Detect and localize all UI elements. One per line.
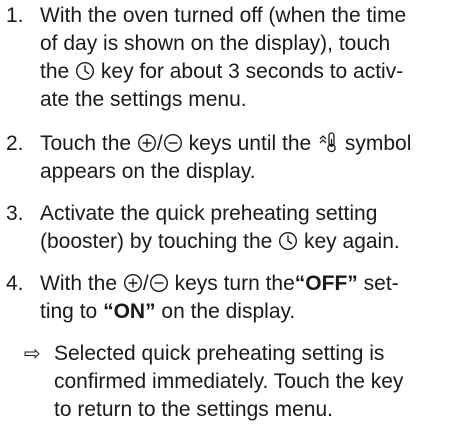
step-2: 2. Touch the / keys until the symbol app…	[0, 130, 469, 188]
step-text-part: symbol	[344, 132, 412, 155]
instruction-page: 1. With the oven turned off (when the ti…	[0, 0, 469, 426]
result-line: confirmed immediately. Touch the key	[54, 370, 404, 393]
result-note: ⇨ Selected quick preheating setting is c…	[0, 340, 469, 426]
clock-icon	[278, 231, 298, 251]
step-number: 4.	[6, 272, 24, 295]
plus-circle-icon	[137, 133, 157, 153]
step-text-part: on the display.	[161, 300, 296, 323]
step-text-part: keys turn the	[174, 272, 295, 295]
step-line: the key for about 3 seconds to activ-	[40, 58, 461, 86]
step-line: With the oven turned off (when the time	[40, 4, 407, 27]
step-4: 4. With the / keys turn the“OFF” set- ti…	[0, 270, 469, 328]
step-text: Touch the / keys until the symbol appear…	[40, 130, 461, 186]
minus-circle-icon	[163, 133, 183, 153]
step-line: ate the settings menu.	[40, 88, 247, 111]
step-3: 3. Activate the quick preheating setting…	[0, 200, 469, 258]
result-arrow-icon: ⇨	[24, 343, 41, 365]
result-line: to return to the settings menu.	[54, 398, 333, 421]
step-line: of day is shown on the display), touch	[40, 32, 391, 55]
step-1: 1. With the oven turned off (when the ti…	[0, 2, 469, 118]
step-text-part: Touch the	[40, 132, 132, 155]
step-text-part: ting to	[40, 300, 98, 323]
clock-icon	[75, 61, 95, 81]
step-text: With the oven turned off (when the time …	[40, 2, 461, 114]
step-line: Activate the quick preheating setting	[40, 202, 378, 225]
step-text-part: With the	[40, 272, 118, 295]
plus-circle-icon	[123, 273, 143, 293]
step-number: 2.	[6, 132, 24, 155]
result-text: Selected quick preheating setting is con…	[54, 340, 461, 424]
step-text: With the / keys turn the“OFF” set- ting …	[40, 270, 461, 326]
step-line: With the / keys turn the“OFF” set-	[40, 270, 461, 298]
step-number: 3.	[6, 202, 24, 225]
step-text-part: (booster) by touching the	[40, 230, 273, 253]
step-line: Touch the / keys until the symbol	[40, 130, 461, 158]
step-text-part: set-	[363, 272, 399, 295]
on-value: “ON”	[103, 300, 156, 323]
off-value: “OFF”	[294, 272, 358, 295]
step-line: appears on the display.	[40, 160, 256, 183]
step-text-part: key again.	[304, 230, 400, 253]
result-line: Selected quick preheating setting is	[54, 342, 385, 365]
step-line: (booster) by touching the key again.	[40, 228, 461, 256]
step-text-part: key for about 3 seconds to activ-	[100, 60, 404, 83]
step-text-part: keys until the	[188, 132, 312, 155]
minus-circle-icon	[149, 273, 169, 293]
step-text: Activate the quick preheating setting (b…	[40, 200, 461, 256]
step-line: ting to “ON” on the display.	[40, 298, 461, 326]
quick-preheat-icon	[317, 131, 339, 153]
step-number: 1.	[6, 4, 24, 27]
step-text-part: the	[40, 60, 70, 83]
